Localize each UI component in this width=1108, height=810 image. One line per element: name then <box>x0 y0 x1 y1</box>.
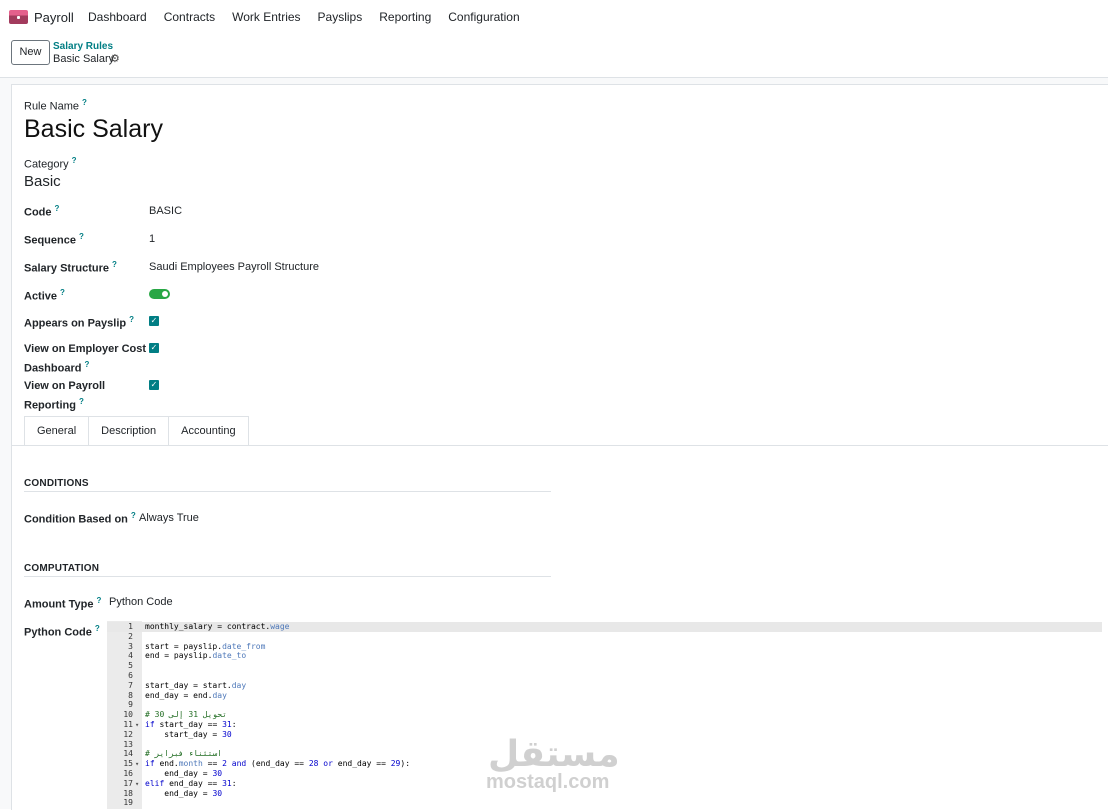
line-number: 4 <box>128 651 133 661</box>
employer-cost-label: View on Employer Cost Dashboard? <box>24 343 147 375</box>
condition-based-on-label: Condition Based on? <box>24 511 136 526</box>
amount-type-field[interactable]: Python Code <box>109 596 173 608</box>
line-number: 3 <box>128 641 133 651</box>
payroll-reporting-checkbox[interactable]: ✓ <box>149 380 159 390</box>
help-icon[interactable]: ? <box>79 232 84 241</box>
line-number: 11 <box>123 720 133 729</box>
line-number: 7 <box>128 680 133 690</box>
line-number: 6 <box>128 671 133 680</box>
menu-dashboard[interactable]: Dashboard <box>88 10 147 24</box>
gear-icon[interactable]: ⚙ <box>110 52 120 65</box>
tab-accounting[interactable]: Accounting <box>168 416 249 445</box>
line-number: 10 <box>123 710 133 720</box>
rule-name-label: Rule Name? <box>24 98 87 113</box>
code-text: start_day = start.day <box>145 680 247 690</box>
top-navbar: Payroll Dashboard Contracts Work Entries… <box>0 0 1108 33</box>
line-number: 2 <box>128 631 133 641</box>
watermark-arabic: مستقل <box>488 733 620 774</box>
section-divider <box>24 576 551 577</box>
fold-arrow-icon[interactable]: ▾ <box>135 779 139 789</box>
menu-reporting[interactable]: Reporting <box>379 10 431 24</box>
help-icon[interactable]: ? <box>96 596 101 605</box>
amount-type-label: Amount Type? <box>24 596 102 611</box>
menu-work-entries[interactable]: Work Entries <box>232 10 300 24</box>
new-button[interactable]: New <box>11 40 50 65</box>
code-text: monthly_salary = contract.wage <box>145 622 290 631</box>
payroll-app-icon[interactable] <box>9 10 28 24</box>
employer-cost-checkbox[interactable]: ✓ <box>149 343 159 353</box>
help-icon[interactable]: ? <box>84 360 89 369</box>
appears-on-payslip-label: Appears on Payslip? <box>24 315 134 330</box>
fold-arrow-icon[interactable]: ▾ <box>135 759 139 769</box>
breadcrumb-current: Basic Salary <box>53 53 115 65</box>
rule-name-field[interactable]: Basic Salary <box>24 115 163 144</box>
watermark-latin: mostaql.com <box>486 771 610 793</box>
active-label: Active? <box>24 288 65 303</box>
code-field[interactable]: BASIC <box>149 205 182 217</box>
main-menu: Dashboard Contracts Work Entries Payslip… <box>88 10 537 24</box>
app-name[interactable]: Payroll <box>34 10 74 25</box>
line-number: 12 <box>123 729 133 739</box>
condition-based-on-field[interactable]: Always True <box>139 512 199 524</box>
fold-arrow-icon[interactable]: ▾ <box>135 720 139 730</box>
python-code-label: Python Code? <box>24 624 100 639</box>
code-text: # استثناء فبراير <box>145 749 223 759</box>
code-text: start_day = 30 <box>145 729 232 739</box>
line-number: 14 <box>123 749 133 759</box>
line-number: 5 <box>128 661 133 671</box>
computation-title: COMPUTATION <box>24 563 100 574</box>
sequence-label: Sequence? <box>24 232 84 247</box>
menu-configuration[interactable]: Configuration <box>448 10 519 24</box>
tab-divider <box>12 445 1108 446</box>
menu-payslips[interactable]: Payslips <box>318 10 363 24</box>
help-icon[interactable]: ? <box>79 397 84 406</box>
line-number: 17 <box>123 778 133 788</box>
active-toggle[interactable] <box>149 289 170 299</box>
help-icon[interactable]: ? <box>129 315 134 324</box>
code-text: start = payslip.date_from <box>145 641 266 651</box>
code-text: end_day = 30 <box>145 769 223 778</box>
line-number: 9 <box>128 700 133 710</box>
help-icon[interactable]: ? <box>60 288 65 297</box>
appears-on-payslip-checkbox[interactable]: ✓ <box>149 316 159 326</box>
help-icon[interactable]: ? <box>112 260 117 269</box>
line-number: 19 <box>123 798 133 808</box>
category-label: Category? <box>24 156 77 171</box>
code-label: Code? <box>24 204 60 219</box>
line-number: 1 <box>128 622 133 631</box>
sequence-field[interactable]: 1 <box>149 233 155 245</box>
code-text: end_day = end.day <box>145 690 227 700</box>
help-icon[interactable]: ? <box>95 624 100 633</box>
tab-description[interactable]: Description <box>88 416 170 445</box>
help-icon[interactable]: ? <box>55 204 60 213</box>
salary-structure-field[interactable]: Saudi Employees Payroll Structure <box>149 261 319 273</box>
code-text: if end.month == 2 and (end_day == 28 or … <box>145 759 411 769</box>
code-text: end_day = 30 <box>145 788 223 798</box>
help-icon[interactable]: ? <box>72 156 77 165</box>
salary-structure-label: Salary Structure? <box>24 260 117 275</box>
help-icon[interactable]: ? <box>82 98 87 107</box>
line-number: 15 <box>123 759 133 769</box>
code-text: if start_day == 31: <box>145 720 237 729</box>
notebook-tabs: General Description Accounting <box>24 416 249 446</box>
code-text: end = payslip.date_to <box>145 651 247 661</box>
code-text: elif end_day == 31: <box>145 778 237 788</box>
line-number: 18 <box>123 788 133 798</box>
line-number: 13 <box>123 739 133 749</box>
help-icon[interactable]: ? <box>131 511 136 520</box>
tab-general[interactable]: General <box>24 416 90 446</box>
line-number: 8 <box>128 690 133 700</box>
code-text: # تحويل 31 إلى 30 <box>145 710 227 720</box>
line-number: 16 <box>123 769 133 778</box>
breadcrumb-salary-rules[interactable]: Salary Rules <box>53 41 113 52</box>
payroll-reporting-label: View on Payroll Reporting? <box>24 380 106 412</box>
category-field[interactable]: Basic <box>24 173 61 190</box>
section-divider <box>24 491 551 492</box>
conditions-title: CONDITIONS <box>24 478 89 489</box>
menu-contracts[interactable]: Contracts <box>164 10 215 24</box>
